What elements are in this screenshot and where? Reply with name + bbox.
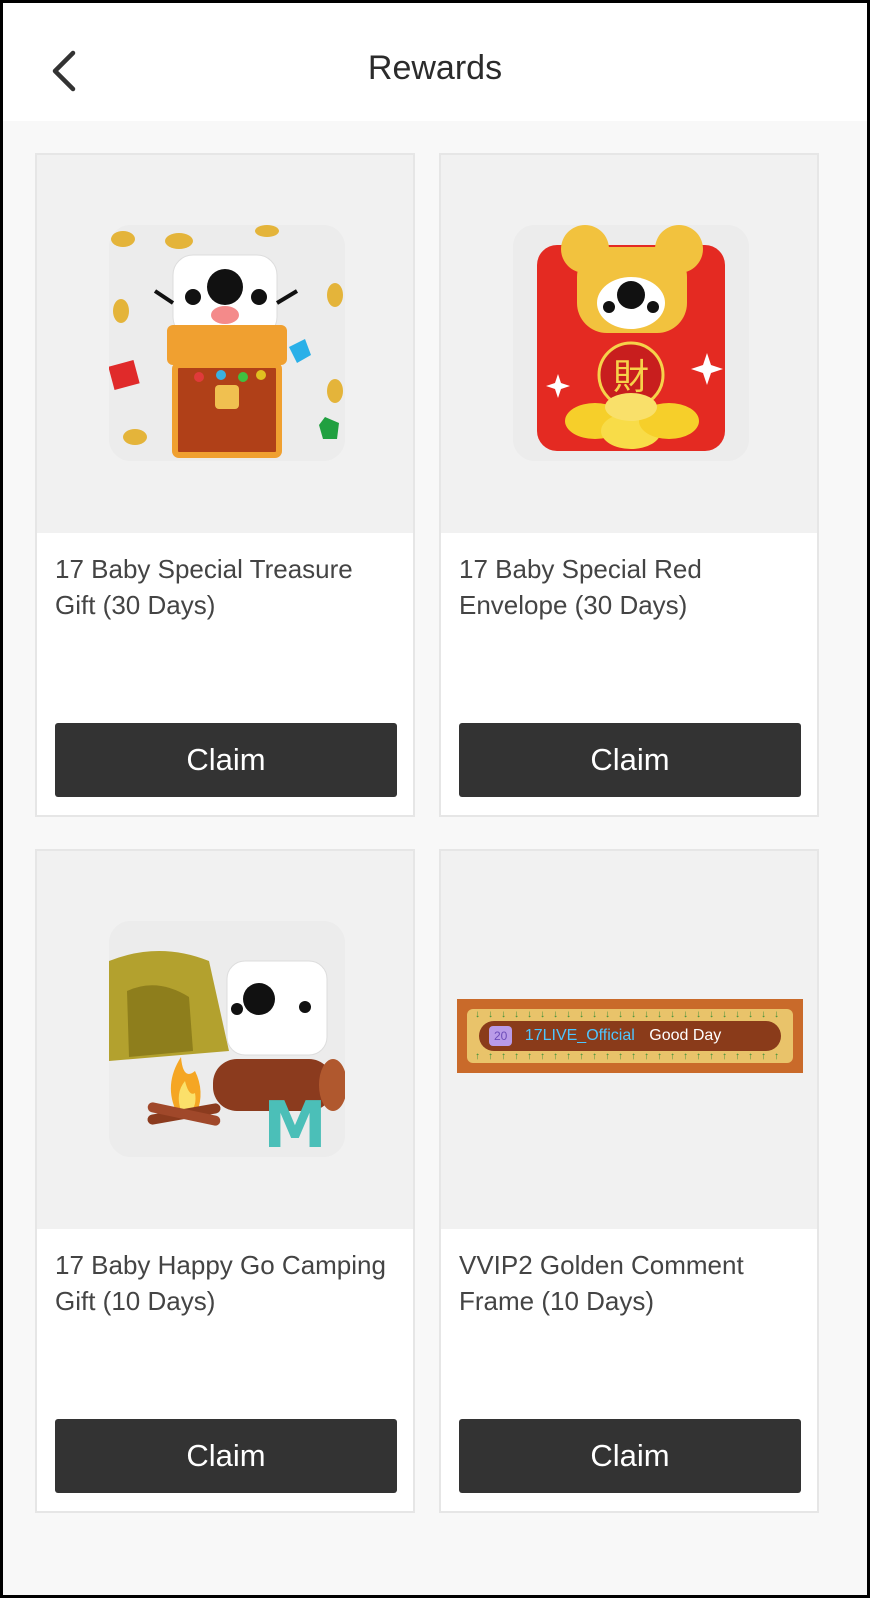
comment-preview: 20 17LIVE_Official Good Day: [479, 1021, 781, 1051]
reward-name: 17 Baby Special Treasure Gift (30 Days): [55, 554, 353, 620]
reward-name: 17 Baby Happy Go Camping Gift (10 Days): [55, 1250, 386, 1316]
reward-card: ↓↓↓↓↓↓↓↓↓↓↓↓↓↓↓↓↓↓↓↓↓↓↓↓ ↑↑↑↑↑↑↑↑↑↑↑↑↑↑↑…: [439, 849, 819, 1513]
leaf-border: ↓↓↓↓↓↓↓↓↓↓↓↓↓↓↓↓↓↓↓↓↓↓↓↓: [475, 1011, 785, 1019]
leaf-border: ↑↑↑↑↑↑↑↑↑↑↑↑↑↑↑↑↑↑↑↑↑↑↑↑: [475, 1053, 785, 1061]
svg-text:M: M: [263, 1089, 327, 1157]
level-badge: 20: [489, 1025, 513, 1046]
top-bar: Rewards: [3, 3, 867, 121]
red-envelope-icon: 財: [513, 225, 749, 461]
golden-comment-frame-icon: ↓↓↓↓↓↓↓↓↓↓↓↓↓↓↓↓↓↓↓↓↓↓↓↓ ↑↑↑↑↑↑↑↑↑↑↑↑↑↑↑…: [457, 999, 803, 1073]
claim-button[interactable]: Claim: [55, 1419, 397, 1493]
reward-image-area: [37, 155, 413, 533]
reward-name: 17 Baby Special Red Envelope (30 Days): [459, 554, 702, 620]
claim-button[interactable]: Claim: [459, 723, 801, 797]
svg-text:財: 財: [613, 357, 649, 398]
reward-card: 財 17 Baby Special Red Envelope (30 Days)…: [439, 153, 819, 817]
claim-button[interactable]: Claim: [55, 723, 397, 797]
reward-card: M 17 Baby Happy Go Camping Gift (10 Days…: [35, 849, 415, 1513]
camping-tent-icon: M: [109, 921, 345, 1157]
reward-name: VVIP2 Golden Comment Frame (10 Days): [459, 1250, 744, 1316]
page-title: Rewards: [367, 49, 503, 87]
rewards-screen: Rewards 17 Baby Special Treasure Gift (3…: [0, 0, 870, 1598]
reward-image-area: 財: [441, 155, 817, 533]
treasure-chest-icon: [109, 225, 345, 461]
claim-button[interactable]: Claim: [459, 1419, 801, 1493]
reward-image-area: ↓↓↓↓↓↓↓↓↓↓↓↓↓↓↓↓↓↓↓↓↓↓↓↓ ↑↑↑↑↑↑↑↑↑↑↑↑↑↑↑…: [441, 851, 817, 1229]
preview-username: 17LIVE_Official: [524, 1027, 635, 1044]
preview-message: Good Day: [649, 1027, 722, 1044]
reward-image-area: M: [37, 851, 413, 1229]
reward-card: 17 Baby Special Treasure Gift (30 Days) …: [35, 153, 415, 817]
